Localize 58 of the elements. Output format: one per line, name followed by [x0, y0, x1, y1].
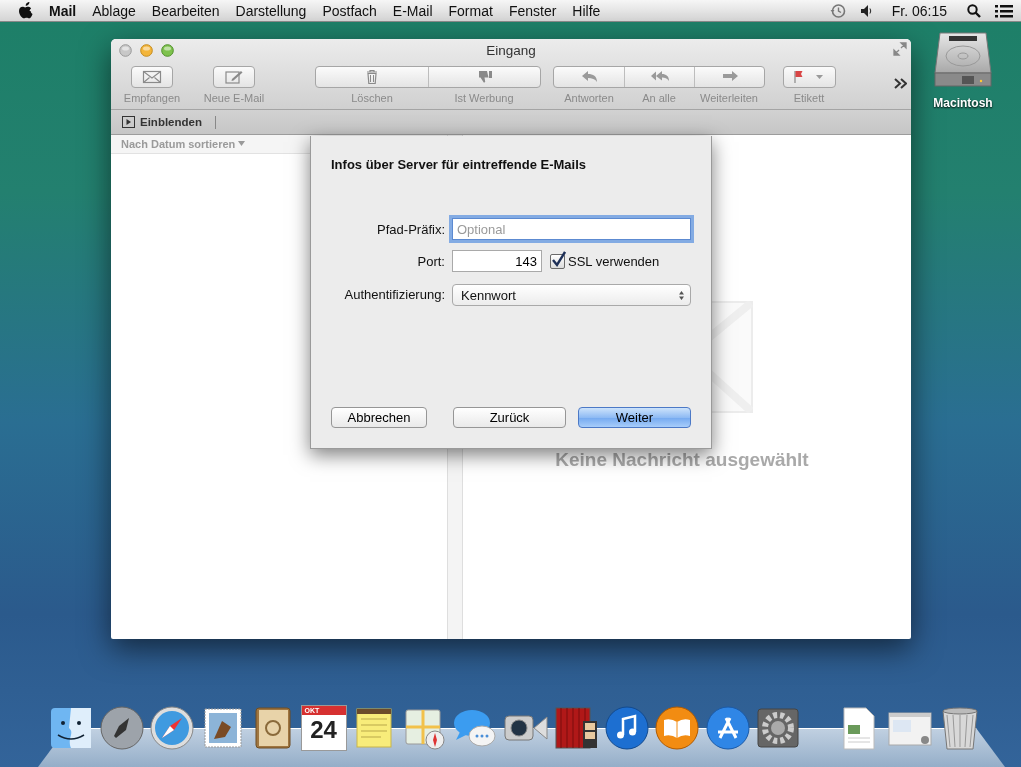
app-menu[interactable]: Mail [33, 2, 85, 19]
field-label: Pfad-Präfix: [376, 221, 445, 237]
toolbar-label: Weiterleiten [699, 92, 759, 104]
menu-item[interactable]: E-Mail [384, 2, 441, 19]
double-chevron-icon[interactable] [894, 78, 907, 89]
finder-face-icon[interactable] [48, 705, 94, 751]
check-mark-icon [551, 250, 566, 268]
up-down-arrows-icon [679, 290, 684, 300]
field-label: Port: [416, 253, 445, 269]
dialog-button[interactable]: Abbrechen [331, 407, 427, 428]
hard-drive-icon[interactable] [934, 32, 992, 88]
zoom-button[interactable] [161, 44, 174, 57]
toolbar-label: Ist Werbung [453, 92, 515, 104]
menu-item[interactable]: Ablage [84, 2, 144, 19]
calendar-day: 24 [310, 715, 337, 745]
menu-item[interactable]: Postfach [314, 2, 385, 19]
dialog-title: Infos über Server für eintreffende E-Mails [331, 157, 587, 172]
gear-icon[interactable] [755, 705, 801, 751]
dialog-button[interactable]: Zurück [453, 407, 566, 428]
menu-item[interactable]: Hilfe [564, 2, 609, 19]
pencil-square-icon [224, 69, 244, 85]
apple-menu-icon[interactable] [18, 2, 33, 19]
envelope-icon [142, 69, 162, 85]
path-prefix-field[interactable]: Optional [452, 218, 691, 240]
fullscreen-arrows-icon[interactable] [893, 42, 907, 56]
caret-icon[interactable] [238, 141, 246, 147]
curtain-icon[interactable] [553, 705, 599, 751]
port-field[interactable]: 143 [452, 250, 542, 272]
menu-item[interactable]: Bearbeiten [143, 2, 228, 19]
music-note-icon[interactable] [603, 705, 650, 751]
play-square-icon [122, 116, 135, 128]
toolbar-label: Etikett [792, 92, 826, 104]
search-icon[interactable] [967, 3, 981, 18]
dialog-button[interactable]: Weiter [578, 407, 691, 428]
toolbar-label: Neue E-Mail [202, 92, 266, 104]
checkbox-label: SSL verwenden [568, 253, 660, 269]
drive-label: Macintosh [933, 96, 993, 110]
speaker-icon[interactable] [859, 3, 872, 18]
menu-item[interactable]: Fenster [500, 2, 565, 19]
ssl-checkbox[interactable] [550, 253, 565, 269]
open-book-icon[interactable] [654, 705, 700, 751]
clock-history-icon[interactable] [829, 2, 846, 19]
favorites-toggle[interactable]: Einblenden [140, 116, 202, 128]
app-store-icon[interactable] [704, 705, 751, 751]
compass-icon[interactable] [149, 705, 195, 751]
empty-message: Keine Nachricht ausgewählt [555, 449, 809, 471]
flag-caret-icon [792, 69, 826, 85]
window-title: Eingang [486, 43, 536, 60]
menu-clock[interactable]: Fr. 06:15 [885, 2, 953, 19]
toolbar-label: Empfangen [122, 92, 182, 104]
menu-item[interactable]: Format [440, 2, 501, 19]
field-label: Authentifizierung: [343, 286, 445, 302]
toolbar-label: An alle [641, 92, 677, 104]
authentication-popup[interactable]: Kennwort [452, 284, 691, 306]
toolbar-label: Löschen [350, 92, 394, 104]
menu-item[interactable]: Darstellung [227, 2, 315, 19]
list-icon[interactable] [995, 3, 1013, 18]
toolbar-label: Antworten [563, 92, 615, 104]
